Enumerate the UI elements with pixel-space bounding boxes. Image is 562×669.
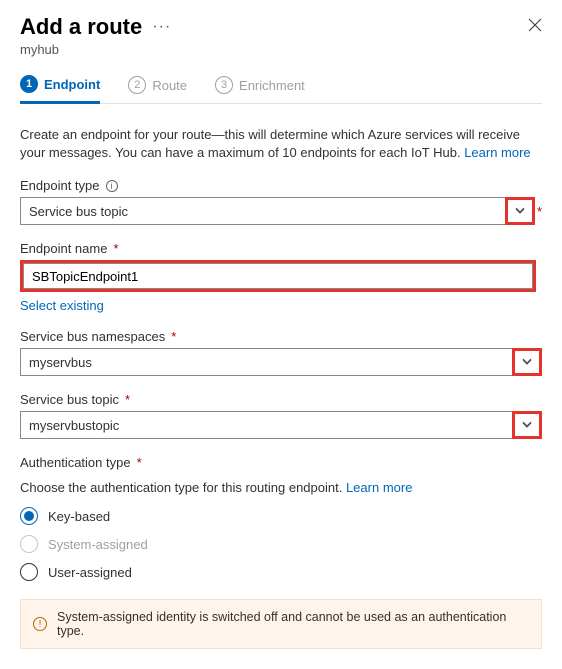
step-label: Endpoint [44, 77, 100, 92]
chevron-down-icon [514, 204, 526, 219]
wizard-steps: 1 Endpoint 2 Route 3 Enrichment [20, 75, 542, 104]
radio-label: User-assigned [48, 565, 132, 580]
radio-icon [20, 563, 38, 581]
intro-text: Create an endpoint for your route—this w… [20, 126, 542, 162]
namespace-value: myservbus [29, 355, 92, 370]
required-marker: * [113, 241, 118, 256]
required-marker: * [537, 204, 542, 219]
step-label: Enrichment [239, 78, 305, 93]
step-enrichment[interactable]: 3 Enrichment [215, 75, 305, 103]
endpoint-name-label: Endpoint name [20, 241, 107, 256]
warning-text: System-assigned identity is switched off… [57, 610, 529, 638]
required-marker: * [137, 455, 142, 470]
auth-option-key-based[interactable]: Key-based [20, 507, 542, 525]
radio-icon [20, 535, 38, 553]
endpoint-type-select[interactable]: Service bus topic [20, 197, 535, 225]
topic-select[interactable]: myservbustopic [20, 411, 542, 439]
auth-type-description: Choose the authentication type for this … [20, 480, 542, 495]
auth-option-user-assigned[interactable]: User-assigned [20, 563, 542, 581]
info-icon[interactable]: i [106, 180, 118, 192]
namespace-label: Service bus namespaces [20, 329, 165, 344]
learn-more-link[interactable]: Learn more [464, 145, 530, 160]
auth-type-label: Authentication type [20, 455, 131, 470]
required-marker: * [125, 392, 130, 407]
step-number: 3 [215, 76, 233, 94]
step-endpoint[interactable]: 1 Endpoint [20, 75, 100, 104]
close-icon[interactable] [528, 18, 542, 35]
chevron-down-icon [521, 355, 533, 370]
topic-label: Service bus topic [20, 392, 119, 407]
radio-label: System-assigned [48, 537, 148, 552]
auth-option-system-assigned: System-assigned [20, 535, 542, 553]
required-marker: * [171, 329, 176, 344]
highlight-box [20, 260, 536, 292]
chevron-down-icon [521, 418, 533, 433]
namespace-select[interactable]: myservbus [20, 348, 542, 376]
step-label: Route [152, 78, 187, 93]
step-number: 2 [128, 76, 146, 94]
page-title: Add a route [20, 14, 142, 40]
endpoint-name-input[interactable] [23, 263, 533, 289]
topic-value: myservbustopic [29, 418, 119, 433]
hub-name: myhub [20, 42, 542, 57]
warning-banner: ! System-assigned identity is switched o… [20, 599, 542, 649]
step-number: 1 [20, 75, 38, 93]
step-route[interactable]: 2 Route [128, 75, 187, 103]
select-existing-link[interactable]: Select existing [20, 298, 542, 313]
endpoint-type-label: Endpoint type [20, 178, 100, 193]
warning-icon: ! [33, 617, 47, 631]
endpoint-type-value: Service bus topic [29, 204, 128, 219]
radio-icon [20, 507, 38, 525]
radio-label: Key-based [48, 509, 110, 524]
learn-more-link[interactable]: Learn more [346, 480, 412, 495]
more-actions-icon[interactable]: ··· [152, 18, 171, 36]
